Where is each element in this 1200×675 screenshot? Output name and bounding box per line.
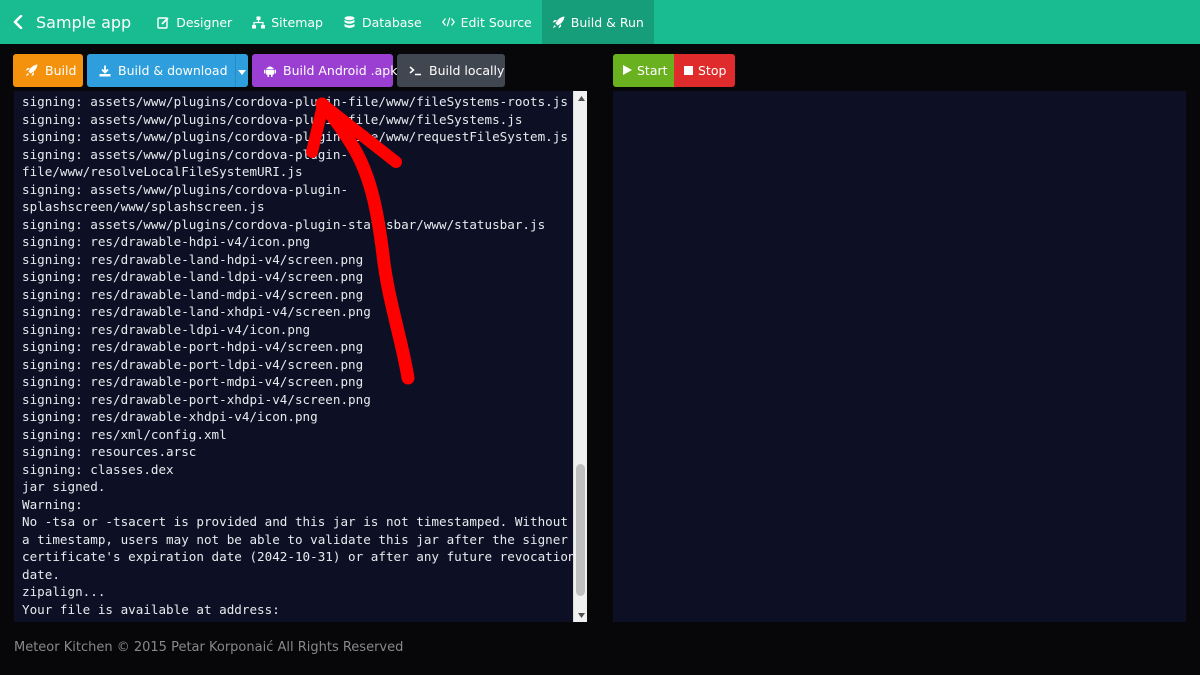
sitemap-icon	[252, 16, 266, 29]
console-line: signing: res/drawable-land-xhdpi-v4/scre…	[22, 304, 371, 319]
console-line: signing: assets/www/plugins/cordova-plug…	[22, 94, 568, 109]
console-line: signing: res/drawable-port-mdpi-v4/scree…	[22, 374, 364, 389]
console-line: signing: assets/www/plugins/cordova-plug…	[22, 181, 349, 197]
download-icon	[99, 64, 111, 77]
nav-item-label: Sitemap	[271, 14, 323, 30]
build-android-apk-button[interactable]: Build Android .apk	[252, 54, 397, 87]
build-button-label: Build	[45, 63, 77, 78]
android-icon	[264, 64, 276, 77]
console-line: signing: res/drawable-land-mdpi-v4/scree…	[22, 286, 364, 302]
nav-item-label: Build & Run	[570, 14, 644, 30]
console-line: signing: res/drawable-hdpi-v4/icon.png	[22, 234, 311, 249]
nav-item-sitemap[interactable]: Sitemap	[242, 0, 333, 44]
console-line: signing: res/drawable-port-xhdpi-v4/scre…	[22, 391, 371, 407]
console-line: signing: resources.arsc	[22, 444, 197, 459]
console-line: certificate's expiration date (2042-10-3…	[22, 549, 573, 564]
console-line: signing: res/drawable-land-hdpi-v4/scree…	[22, 251, 364, 267]
console-line: Your file is available at address:	[22, 601, 280, 617]
console-line: signing: res/drawable-port-ldpi-v4/scree…	[22, 356, 364, 372]
nav-item-database[interactable]: Database	[333, 0, 432, 44]
console-scrollbar[interactable]	[573, 91, 587, 622]
console-line: signing: assets/www/plugins/cordova-plug…	[22, 111, 523, 127]
console-line: signing: res/xml/config.xml	[22, 426, 227, 442]
start-button[interactable]: Start	[613, 54, 674, 87]
terminal-icon	[409, 64, 422, 77]
nav-item-label: Designer	[176, 14, 233, 30]
build-console[interactable]: signing: assets/www/plugins/cordova-plug…	[14, 91, 587, 622]
stop-button[interactable]: Stop	[674, 54, 735, 87]
play-icon	[623, 63, 632, 78]
console-line: No -tsa or -tsacert is provided and this…	[22, 514, 568, 529]
build-locally-button[interactable]: Build locally	[397, 54, 505, 87]
rocket-icon	[552, 16, 565, 29]
console-line: file/www/resolveLocalFileSystemURI.js	[22, 164, 303, 179]
start-button-label: Start	[637, 63, 668, 78]
console-line: signing: res/drawable-land-ldpi-v4/scree…	[22, 269, 364, 284]
nav-item-build-run[interactable]: Build & Run	[541, 0, 654, 44]
build-download-button[interactable]: Build & download	[87, 54, 248, 87]
console-line: date.	[22, 566, 60, 582]
footer-copyright: Meteor Kitchen © 2015 Petar Korponaić Al…	[14, 640, 404, 655]
scroll-up-arrow[interactable]	[574, 91, 587, 105]
console-line: zipalign...	[22, 584, 106, 599]
console-line: splashscreen/www/splashscreen.js	[22, 199, 265, 214]
build-download-label: Build & download	[118, 63, 228, 78]
console-line: signing: res/drawable-port-hdpi-v4/scree…	[22, 339, 364, 354]
console-line: signing: res/drawable-ldpi-v4/icon.png	[22, 321, 311, 337]
console-line: jar signed.	[22, 479, 106, 494]
build-android-label: Build Android .apk	[283, 63, 398, 78]
nav-item-label: Database	[361, 14, 422, 30]
nav-item-label: Edit Source	[460, 14, 532, 30]
console-line: signing: classes.dex	[22, 461, 174, 477]
code-icon	[441, 16, 455, 29]
scrollbar-thumb[interactable]	[576, 464, 585, 596]
nav-item-designer[interactable]: Designer	[147, 0, 242, 44]
console-line: signing: assets/www/plugins/cordova-plug…	[22, 216, 546, 232]
top-nav-bar: Sample app Designer Sitemap Database Edi…	[0, 0, 1200, 44]
console-line: signing: assets/www/plugins/cordova-plug…	[22, 129, 568, 144]
chevron-left-icon	[12, 15, 26, 29]
build-download-dropdown-toggle[interactable]	[234, 54, 248, 87]
console-line: signing: res/drawable-xhdpi-v4/icon.png	[22, 409, 318, 424]
console-line: signing: assets/www/plugins/cordova-plug…	[22, 146, 349, 162]
stop-icon	[684, 63, 693, 78]
edit-icon	[157, 16, 170, 29]
scroll-down-arrow[interactable]	[574, 608, 587, 622]
console-line: Warning:	[22, 496, 83, 512]
nav-item-edit-source[interactable]: Edit Source	[432, 0, 542, 44]
caret-down-icon	[237, 63, 246, 78]
back-to-app-link[interactable]: Sample app	[0, 0, 147, 44]
database-icon	[343, 15, 356, 29]
console-line: a timestamp, users may not be able to va…	[22, 531, 568, 547]
app-preview-panel[interactable]	[613, 91, 1186, 622]
build-locally-label: Build locally	[429, 63, 505, 78]
console-output: signing: assets/www/plugins/cordova-plug…	[14, 91, 573, 622]
app-title: Sample app	[36, 12, 132, 32]
rocket-icon	[25, 64, 38, 77]
build-button[interactable]: Build	[13, 54, 83, 87]
stop-button-label: Stop	[698, 63, 727, 78]
